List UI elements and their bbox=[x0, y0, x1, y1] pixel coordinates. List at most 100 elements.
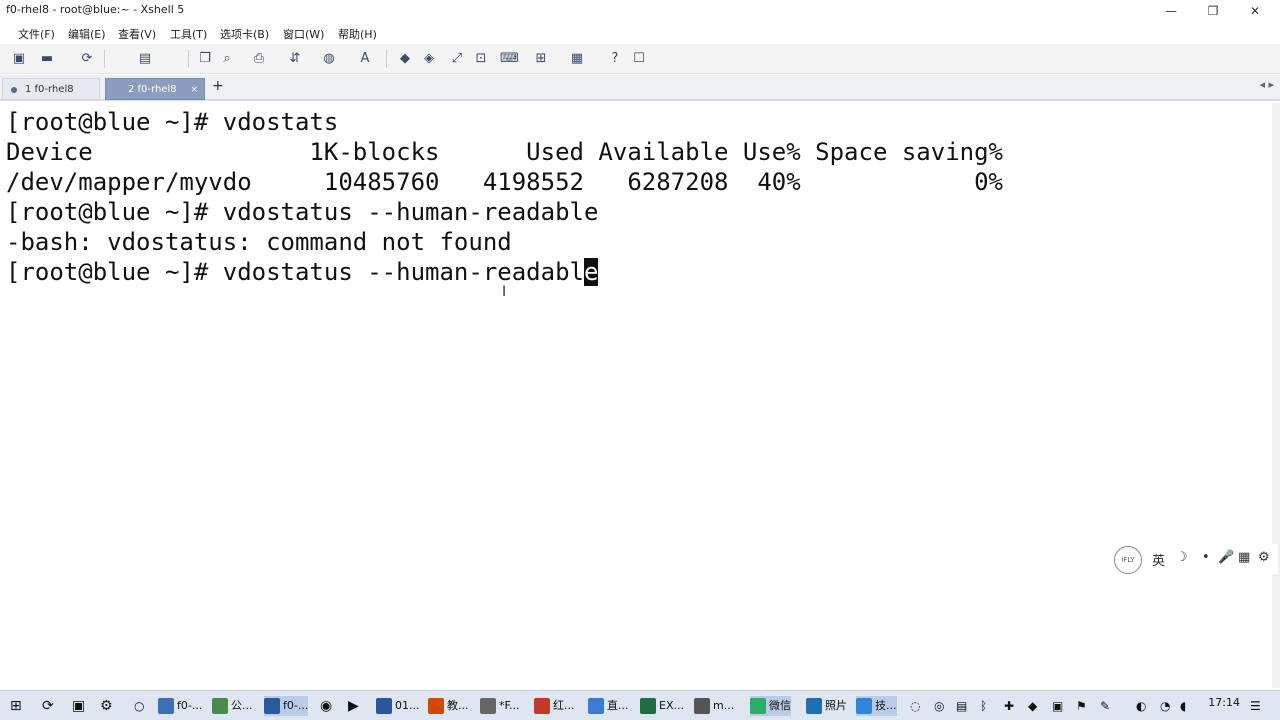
clock[interactable]: 17:14 bbox=[1208, 696, 1240, 709]
taskbar: ⊞ ⟳ ▣ ⚙ ○ f0-... 公... f0-... ◉ ▶ 01... 教… bbox=[0, 690, 1280, 720]
font-icon[interactable]: A bbox=[356, 50, 374, 68]
punctuation-icon[interactable]: • bbox=[1202, 550, 1210, 565]
ime-toolbar: iFLY 英 ☽ • 🎤 ▦ ⚙ bbox=[1112, 544, 1278, 574]
terminal-line: /dev/mapper/myvdo 10485760 4198552 62872… bbox=[6, 168, 1003, 196]
menu-tools[interactable]: 工具(T) bbox=[170, 26, 207, 42]
title-bar: f0-rhel8 - root@blue:~ - Xshell 5 — ❐ ✕ bbox=[0, 0, 1280, 22]
open-folder-icon[interactable]: ▬ bbox=[38, 50, 56, 68]
tab-label: 2 f0-rhel8 bbox=[128, 84, 177, 95]
tray-icon[interactable]: ✚ bbox=[1004, 696, 1014, 716]
menu-view[interactable]: 查看(V) bbox=[118, 26, 156, 42]
tray-icon[interactable]: ◎ bbox=[934, 696, 944, 716]
ime-settings-icon[interactable]: ⚙ bbox=[1258, 550, 1270, 565]
menu-edit[interactable]: 编辑(E) bbox=[68, 26, 106, 42]
moon-icon[interactable]: ☽ bbox=[1176, 550, 1188, 565]
bluetooth-icon[interactable]: ᛒ bbox=[980, 696, 987, 716]
app-icon[interactable]: ▣ bbox=[72, 696, 85, 716]
chat-icon[interactable]: ☐ bbox=[630, 50, 648, 68]
tray-icon[interactable]: ✎ bbox=[1100, 696, 1110, 716]
taskbar-item[interactable]: 直... bbox=[588, 696, 629, 716]
restore-button[interactable]: ❐ bbox=[1198, 2, 1228, 20]
close-tab-icon[interactable]: × bbox=[190, 79, 198, 101]
settings-icon[interactable]: ⚙ bbox=[100, 696, 113, 716]
tab-session-1[interactable]: 1 f0-rhel8 bbox=[2, 78, 100, 100]
taskbar-item[interactable]: 技... bbox=[856, 696, 897, 716]
layout-icon[interactable]: ▦ bbox=[568, 50, 586, 68]
text-cursor-icon: I bbox=[502, 284, 507, 300]
compose-icon[interactable]: ⊞ bbox=[532, 50, 550, 68]
menu-window[interactable]: 窗口(W) bbox=[283, 26, 324, 42]
start-icon[interactable]: ⊞ bbox=[10, 696, 22, 716]
taskbar-item[interactable]: EX... bbox=[640, 696, 684, 716]
terminal-line: Device 1K-blocks Used Available Use% Spa… bbox=[6, 138, 1003, 166]
volume-icon[interactable]: ◖ bbox=[1180, 696, 1186, 716]
xmanager-icon[interactable]: ◈ bbox=[420, 50, 438, 68]
wechat-tray-icon[interactable]: ◐ bbox=[1136, 696, 1146, 716]
taskbar-item[interactable]: *F... bbox=[480, 696, 520, 716]
tray-icon[interactable]: ◌ bbox=[910, 696, 920, 716]
taskbar-item[interactable]: 微信 bbox=[750, 696, 791, 716]
taskbar-item[interactable]: 公... bbox=[212, 696, 253, 716]
add-tab-button[interactable]: + bbox=[212, 78, 224, 94]
tab-bar: 1 f0-rhel8 2 f0-rhel8 × + ◂ ▸ bbox=[0, 75, 1280, 101]
toolbar: ▣ ▬ ⟳ ▤ ❐ ⌕ ⎙ ⇵ ◍ A ◆ ◈ ⤢ ⊡ ⌨ ⊞ ▦ ? ☐ bbox=[0, 44, 1280, 74]
network-icon[interactable]: ◔ bbox=[1160, 696, 1170, 716]
terminal-line: [root@blue ~]# vdostats bbox=[6, 108, 339, 136]
tab-nav-arrows[interactable]: ◂ ▸ bbox=[1259, 78, 1274, 91]
window-title: f0-rhel8 - root@blue:~ - Xshell 5 bbox=[6, 3, 185, 16]
transfer-icon[interactable]: ⇵ bbox=[286, 50, 304, 68]
fullscreen-icon[interactable]: ⤢ bbox=[448, 50, 466, 68]
menu-bar: 文件(F) 编辑(E) 查看(V) 工具(T) 选项卡(B) 窗口(W) 帮助(… bbox=[0, 22, 1280, 44]
lock-icon[interactable]: ⊡ bbox=[472, 50, 490, 68]
terminal-line: [root@blue ~]# vdostatus --human-readabl… bbox=[6, 198, 599, 226]
keyboard-icon[interactable]: ⌨ bbox=[500, 50, 519, 68]
search-icon[interactable]: ○ bbox=[134, 696, 144, 716]
refresh-icon[interactable]: ⟳ bbox=[42, 696, 54, 716]
terminal-input: [root@blue ~]# vdostatus --human-readabl bbox=[6, 258, 584, 286]
tray-icon[interactable]: ⚑ bbox=[1076, 696, 1087, 716]
globe-icon[interactable]: ◍ bbox=[320, 50, 338, 68]
taskbar-item[interactable]: m... bbox=[694, 696, 734, 716]
taskbar-app-icon[interactable]: ▶ bbox=[348, 696, 359, 716]
terminal-prompt-line: [root@blue ~]# vdostatus --human-readabl… bbox=[6, 257, 599, 287]
print-icon[interactable]: ⎙ bbox=[250, 50, 268, 68]
new-session-icon[interactable]: ▣ bbox=[10, 50, 28, 68]
taskbar-item[interactable]: 红... bbox=[534, 696, 575, 716]
session-status-icon bbox=[11, 87, 17, 93]
properties-icon[interactable]: ▤ bbox=[136, 50, 154, 68]
xftp-icon[interactable]: ◆ bbox=[396, 50, 414, 68]
tab-label: 1 f0-rhel8 bbox=[25, 84, 74, 95]
taskbar-item[interactable]: 照片 bbox=[806, 696, 847, 716]
microphone-icon[interactable]: 🎤 bbox=[1218, 550, 1234, 565]
taskbar-item[interactable]: 01... bbox=[376, 696, 420, 716]
close-button[interactable]: ✕ bbox=[1240, 2, 1270, 20]
find-icon[interactable]: ⌕ bbox=[218, 50, 236, 68]
ifly-logo-icon[interactable]: iFLY bbox=[1114, 546, 1142, 574]
menu-help[interactable]: 帮助(H) bbox=[338, 26, 377, 42]
taskbar-item[interactable]: f0-... bbox=[158, 696, 202, 716]
tray-icon[interactable]: ◆ bbox=[1028, 696, 1037, 716]
copy-icon[interactable]: ❐ bbox=[196, 50, 214, 68]
taskbar-item-active[interactable]: f0-... bbox=[264, 696, 309, 716]
toolbar-divider bbox=[188, 50, 189, 68]
menu-tabs[interactable]: 选项卡(B) bbox=[220, 26, 269, 42]
toolbar-divider bbox=[386, 50, 387, 68]
terminal-cursor: e bbox=[583, 258, 599, 286]
notifications-icon[interactable]: ☰ bbox=[1250, 696, 1261, 716]
terminal-scrollbar[interactable] bbox=[1272, 103, 1280, 688]
tab-session-2[interactable]: 2 f0-rhel8 × bbox=[105, 78, 205, 100]
keyboard-grid-icon[interactable]: ▦ bbox=[1238, 550, 1250, 565]
taskbar-app-icon[interactable]: ◉ bbox=[320, 696, 332, 716]
terminal-area[interactable]: [root@blue ~]# vdostats Device 1K-blocks… bbox=[0, 103, 1272, 688]
taskbar-item[interactable]: 教... bbox=[428, 696, 469, 716]
ime-language-toggle[interactable]: 英 bbox=[1152, 550, 1165, 569]
terminal-line: -bash: vdostatus: command not found bbox=[6, 228, 512, 256]
minimize-button[interactable]: — bbox=[1156, 2, 1186, 20]
help-icon[interactable]: ? bbox=[606, 50, 624, 68]
tray-icon[interactable]: ▣ bbox=[1052, 696, 1063, 716]
menu-file[interactable]: 文件(F) bbox=[18, 26, 55, 42]
reconnect-icon[interactable]: ⟳ bbox=[78, 50, 96, 68]
tray-icon[interactable]: ▤ bbox=[956, 696, 967, 716]
toolbar-divider bbox=[104, 50, 105, 68]
xshell-window: f0-rhel8 - root@blue:~ - Xshell 5 — ❐ ✕ … bbox=[0, 0, 1280, 720]
